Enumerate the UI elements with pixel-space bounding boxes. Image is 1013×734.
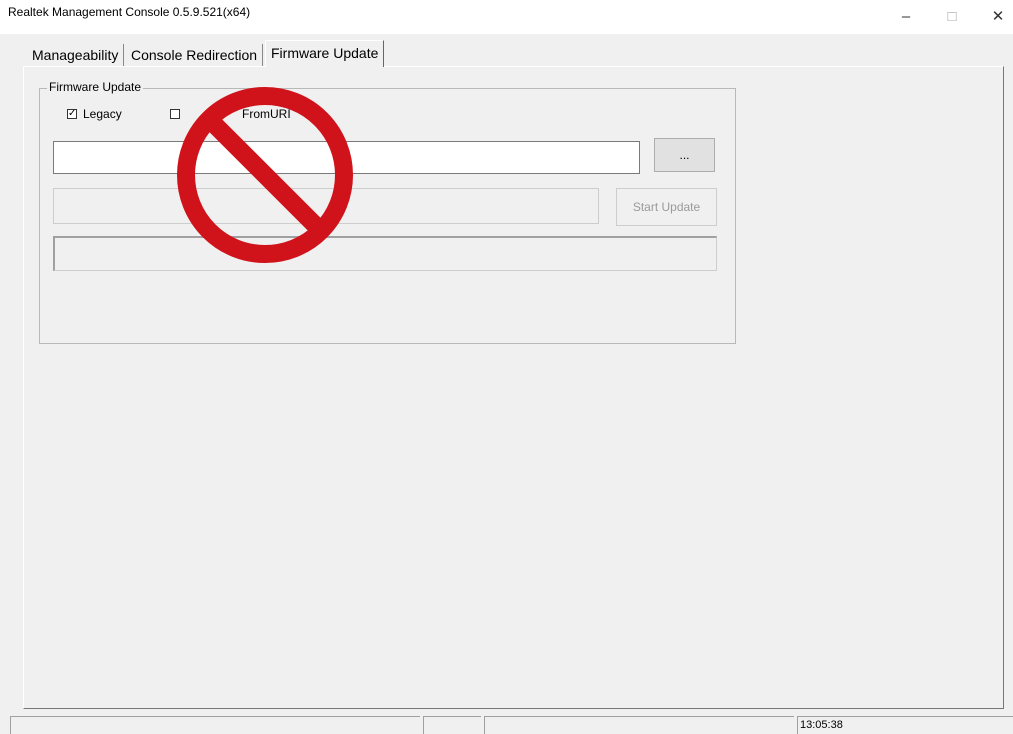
- start-update-button[interactable]: Start Update: [616, 188, 717, 226]
- tab-firmware-update[interactable]: Firmware Update: [265, 40, 385, 67]
- group-legend: Firmware Update: [47, 80, 144, 94]
- window-title: Realtek Management Console 0.5.9.521(x64…: [8, 5, 251, 19]
- tab-console-redirection[interactable]: Console Redirection: [126, 44, 264, 66]
- minimize-button[interactable]: –: [883, 0, 929, 32]
- maximize-button[interactable]: □: [929, 0, 975, 32]
- title-bar: Realtek Management Console 0.5.9.521(x64…: [0, 0, 1013, 34]
- status-pane-3: [484, 716, 794, 734]
- status-pane-1: [10, 716, 420, 734]
- checkbox-checked-icon: ✓: [67, 108, 77, 119]
- legacy-label: Legacy: [83, 107, 122, 121]
- status-bar: 13:05:38: [0, 714, 1013, 734]
- tab-manageability[interactable]: Manageability: [27, 44, 125, 66]
- update-status-field: [53, 236, 717, 271]
- legacy-checkbox[interactable]: ✓ Legacy: [67, 107, 122, 121]
- browse-button[interactable]: ...: [654, 138, 715, 172]
- status-pane-2: [423, 716, 481, 734]
- prohibited-icon: [177, 87, 353, 263]
- status-clock: 13:05:38: [797, 716, 1013, 734]
- close-button[interactable]: ✕: [975, 0, 1013, 32]
